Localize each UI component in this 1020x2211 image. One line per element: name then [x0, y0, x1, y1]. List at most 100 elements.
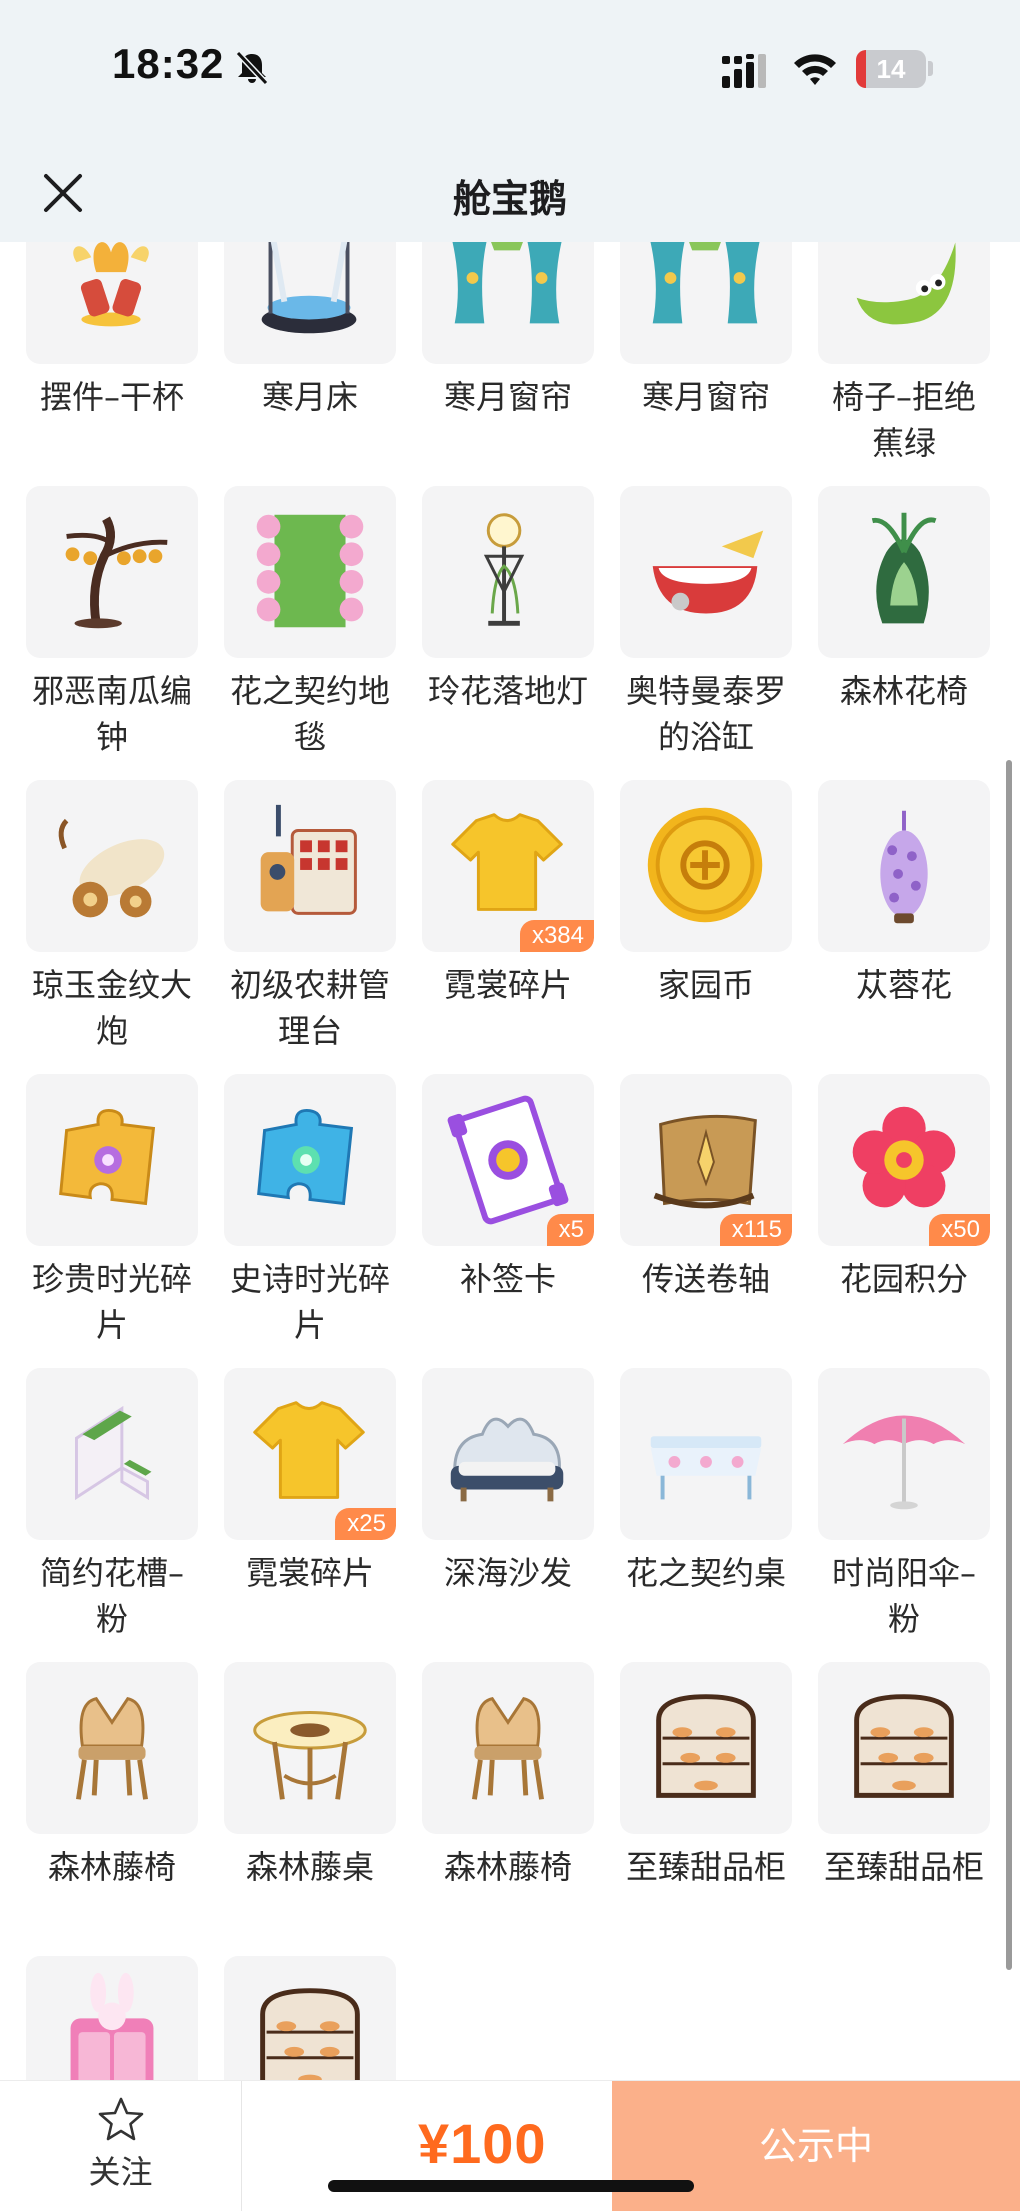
item-thumbnail [224, 1074, 396, 1246]
item-card[interactable]: 寒月窗帘 [620, 242, 792, 486]
home-indicator[interactable] [328, 2180, 694, 2192]
item-thumbnail [818, 486, 990, 658]
item-name: 传送卷轴 [641, 1260, 770, 1298]
item-card[interactable]: 家园币 [620, 780, 792, 1074]
item-name: 摆件–干杯 [39, 378, 184, 416]
blue-puzzle-icon [257, 1108, 354, 1206]
price: ¥100 [418, 2112, 547, 2175]
rattan-table-icon [253, 1710, 367, 1800]
cheers-icon [73, 242, 149, 327]
quantity-badge: x115 [719, 1214, 792, 1246]
item-card[interactable]: 森林藤椅 [422, 1662, 594, 1956]
scrollbar[interactable] [1006, 760, 1012, 1970]
item-name: 花之契约地毯 [229, 672, 390, 756]
battery-percent: 14 [876, 54, 906, 84]
item-name: 时尚阳伞–粉 [831, 1554, 976, 1638]
quantity-badge: x25 [335, 1508, 396, 1540]
item-card[interactable]: 初级农耕管理台 [224, 780, 396, 1074]
item-card[interactable]: 森林藤桌 [224, 1662, 396, 1956]
item-card[interactable] [224, 1956, 396, 2080]
item-thumbnail [26, 780, 198, 952]
item-card[interactable]: 至臻甜品柜 [818, 1662, 990, 1956]
item-card[interactable]: 时尚阳伞–粉 [818, 1368, 990, 1662]
item-card[interactable]: 邪恶南瓜编钟 [26, 486, 198, 780]
item-card[interactable]: 寒月窗帘 [422, 242, 594, 486]
item-name: 花园积分 [839, 1260, 968, 1298]
item-card[interactable]: 椅子–拒绝蕉绿 [818, 242, 990, 486]
item-thumbnail [818, 1368, 990, 1540]
quantity-badge: x5 [546, 1214, 594, 1246]
tshirt-icon [253, 1401, 365, 1499]
item-card[interactable]: 森林藤椅 [26, 1662, 198, 1956]
item-card[interactable]: 森林花椅 [818, 486, 990, 780]
follow-label: 关注 [88, 2153, 153, 2191]
item-thumbnail [620, 1368, 792, 1540]
tshirt-icon [451, 813, 563, 911]
item-card[interactable]: 奥特曼泰罗的浴缸 [620, 486, 792, 780]
app-screen: 18:32 14 舱宝鹅 摆件–干杯 寒月床 寒月窗帘 寒月窗帘 椅子–拒绝蕉绿… [0, 0, 1020, 2211]
item-name: 寒月窗帘 [443, 378, 572, 416]
item-name: 史诗时光碎片 [229, 1260, 390, 1344]
item-thumbnail [26, 1074, 198, 1246]
battery-tip [928, 61, 933, 76]
rattan-chair-icon [472, 1697, 544, 1800]
item-card[interactable]: x25 霓裳碎片 [224, 1368, 396, 1662]
curtain-icon [650, 242, 760, 324]
item-thumbnail [818, 780, 990, 952]
item-card[interactable]: 深海沙发 [422, 1368, 594, 1662]
item-card[interactable] [26, 1956, 198, 2080]
item-name: 至臻甜品柜 [823, 1848, 984, 1886]
status-time: 18:32 [112, 40, 225, 87]
item-card[interactable]: 寒月床 [224, 242, 396, 486]
item-card[interactable]: 花之契约桌 [620, 1368, 792, 1662]
quantity-badge: x384 [519, 920, 594, 952]
item-card[interactable]: 珍贵时光碎片 [26, 1074, 198, 1368]
item-card[interactable]: x5 补签卡 [422, 1074, 594, 1368]
item-thumbnail [224, 780, 396, 952]
item-thumbnail [422, 486, 594, 658]
item-card[interactable]: x384 霓裳碎片 [422, 780, 594, 1074]
farm-console-icon [260, 804, 357, 915]
item-name: 邪恶南瓜编钟 [31, 672, 192, 756]
item-card[interactable]: 史诗时光碎片 [224, 1074, 396, 1368]
item-card[interactable]: 摆件–干杯 [26, 242, 198, 486]
star-outline-icon [98, 2097, 144, 2141]
item-name: 花之契约桌 [625, 1554, 786, 1592]
pumpkin-chime-icon [65, 516, 168, 629]
item-card[interactable]: x50 花园积分 [818, 1074, 990, 1368]
rabbit-wardrobe-icon [70, 1972, 154, 2080]
item-thumbnail [26, 1956, 198, 2080]
item-thumbnail: x5 [422, 1074, 594, 1246]
sofa-icon [450, 1417, 564, 1502]
item-card[interactable]: 玲花落地灯 [422, 486, 594, 780]
item-card[interactable]: 至臻甜品柜 [620, 1662, 792, 1956]
item-name: 椅子–拒绝蕉绿 [831, 378, 976, 462]
battery-icon: 14 [856, 50, 926, 88]
item-card[interactable]: 花之契约地毯 [224, 486, 396, 780]
item-thumbnail: x384 [422, 780, 594, 952]
item-thumbnail [26, 242, 198, 364]
item-name: 至臻甜品柜 [625, 1848, 786, 1886]
item-name: 补签卡 [459, 1260, 556, 1298]
planter-icon [74, 1405, 152, 1501]
cistanche-icon [880, 810, 928, 924]
cannon-icon [58, 818, 165, 918]
item-card[interactable]: x115 传送卷轴 [620, 1074, 792, 1368]
item-thumbnail [818, 242, 990, 364]
item-card[interactable]: 简约花槽–粉 [26, 1368, 198, 1662]
item-thumbnail [422, 1368, 594, 1540]
flower-token-icon [852, 1106, 956, 1208]
item-thumbnail [620, 780, 792, 952]
item-name: 珍贵时光碎片 [31, 1260, 192, 1344]
item-grid-scroll[interactable]: 摆件–干杯 寒月床 寒月窗帘 寒月窗帘 椅子–拒绝蕉绿 邪恶南瓜编钟 花之契约地毯 玲花落地灯… [0, 242, 1020, 2080]
item-name: 玲花落地灯 [427, 672, 588, 710]
item-thumbnail [224, 1662, 396, 1834]
rattan-chair-icon [76, 1697, 148, 1800]
item-thumbnail [26, 1368, 198, 1540]
item-card[interactable]: 苁蓉花 [818, 780, 990, 1074]
item-name: 琼玉金纹大炮 [31, 966, 192, 1050]
item-card[interactable]: 琼玉金纹大炮 [26, 780, 198, 1074]
item-name: 苁蓉花 [855, 966, 952, 1004]
table-cloth-icon [650, 1436, 762, 1500]
follow-button[interactable]: 关注 [0, 2081, 242, 2211]
